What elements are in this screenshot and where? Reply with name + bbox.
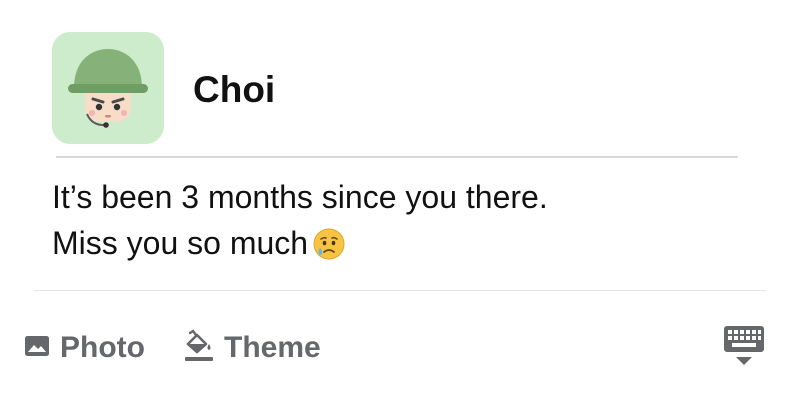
paint-bucket-icon — [184, 328, 214, 368]
soldier-avatar-icon — [68, 49, 148, 128]
crying-face-emoji — [312, 227, 346, 273]
post-text[interactable]: It’s been 3 months since you there. Miss… — [52, 174, 772, 273]
post-text-line-1: It’s been 3 months since you there. — [52, 179, 548, 215]
photo-button[interactable]: Photo — [24, 328, 145, 368]
theme-button[interactable]: Theme — [184, 328, 321, 368]
user-name: Choi — [193, 69, 276, 110]
photo-label: Photo — [60, 331, 145, 364]
post-text-line-2: Miss you so much — [52, 225, 309, 261]
avatar — [52, 32, 164, 144]
post-text-line-2-wrap: Miss you so much — [52, 220, 772, 273]
photo-icon — [24, 335, 50, 362]
keyboard-hide-icon — [724, 326, 764, 365]
theme-label: Theme — [224, 331, 321, 364]
post-composer: Choi It’s been 3 months since you there.… — [0, 0, 800, 400]
header-divider — [56, 156, 738, 158]
keyboard-hide-button[interactable] — [722, 324, 766, 368]
toolbar-divider — [34, 290, 766, 291]
